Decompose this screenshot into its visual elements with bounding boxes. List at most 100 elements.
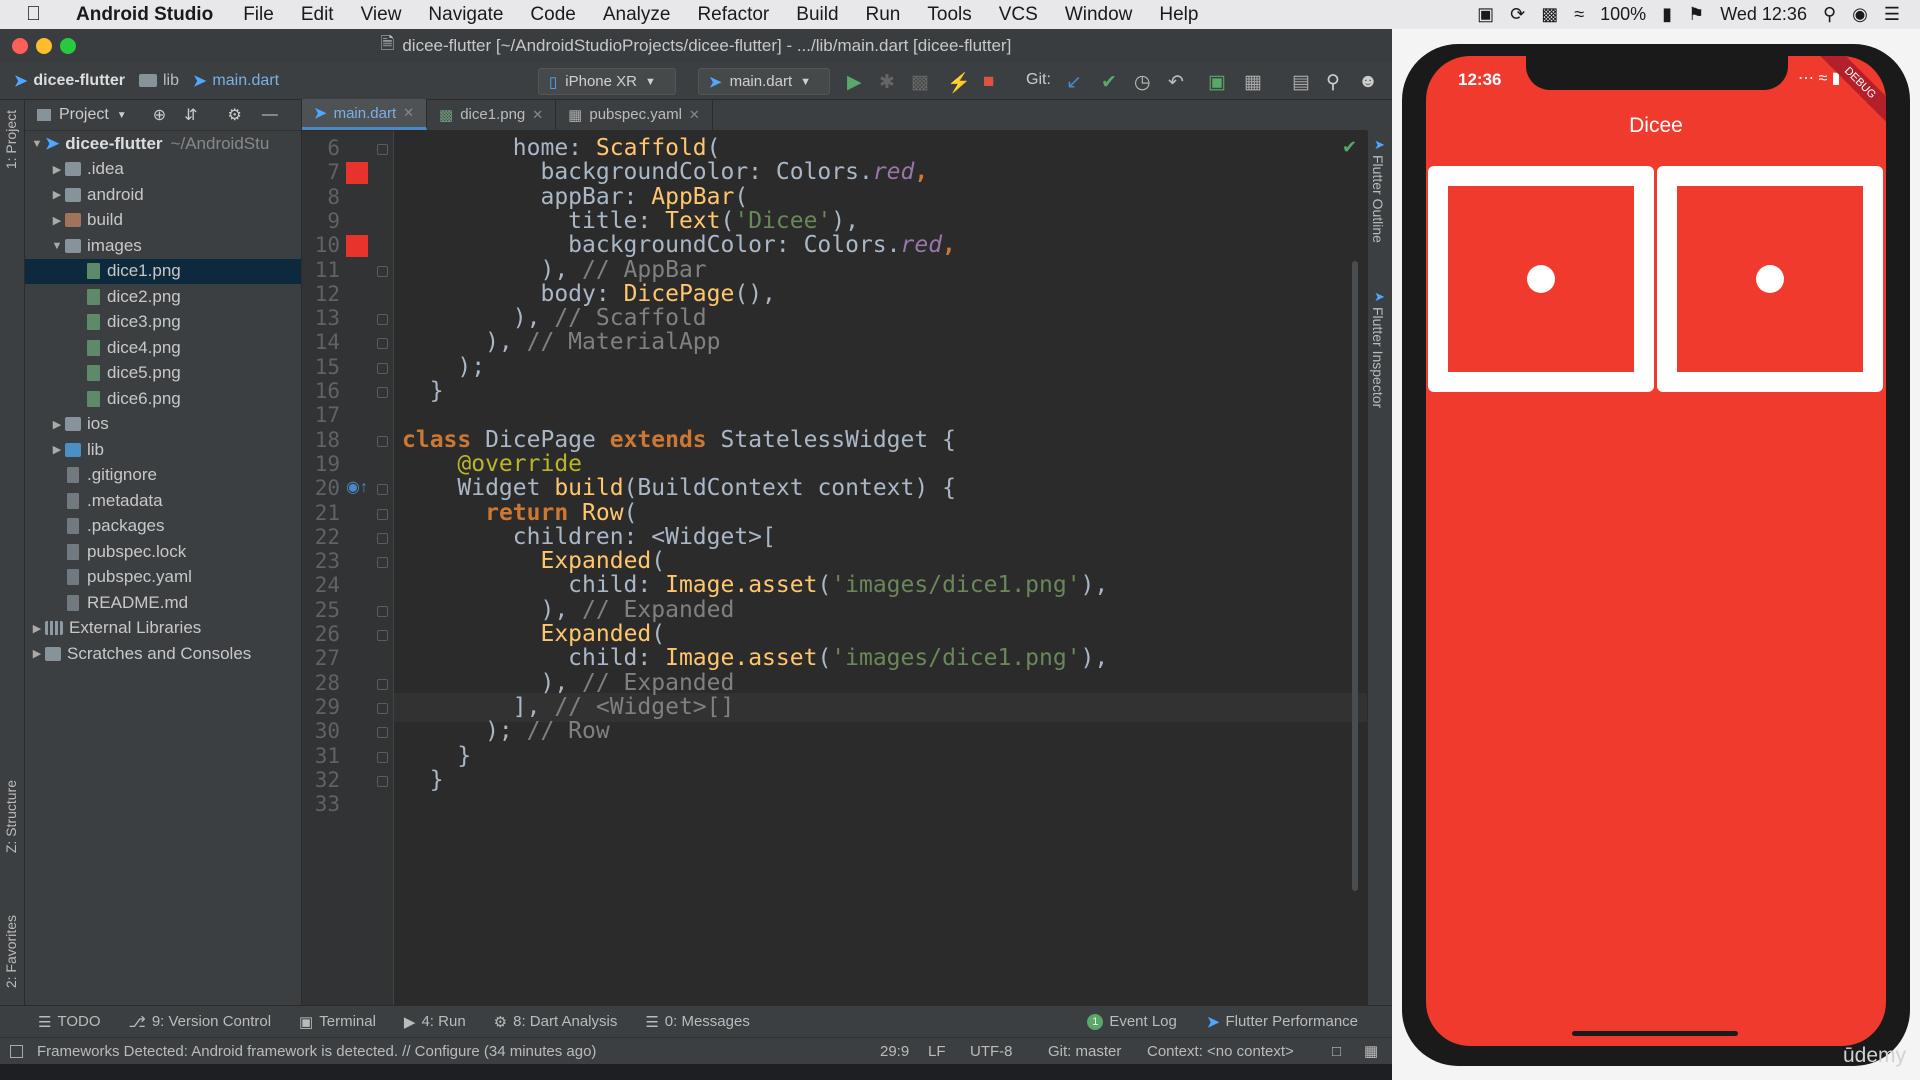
editor-scrollbar[interactable] [1352, 261, 1358, 891]
tree-item[interactable]: ▶ .idea [25, 157, 301, 183]
hide-panel-icon[interactable]: — [262, 106, 278, 124]
device-manager-icon[interactable]: ▣ [1208, 71, 1226, 94]
fold-marker-icon[interactable] [377, 751, 388, 763]
fold-marker-icon[interactable] [377, 338, 388, 350]
collapse-all-icon[interactable]: ⇵ [184, 105, 197, 125]
tree-item[interactable]: ▶ android [25, 182, 301, 208]
tree-item[interactable]: dice6.png [25, 386, 301, 412]
fold-marker-icon[interactable] [377, 144, 388, 155]
close-tab-icon[interactable]: ✕ [532, 107, 543, 123]
breadcrumb-file[interactable]: ➤ main.dart [193, 71, 279, 91]
menubar-clock[interactable]: Wed 12:36 [1720, 4, 1807, 25]
bottom-tool-flutter-performance[interactable]: ➤ Flutter Performance [1207, 1013, 1358, 1031]
expand-arrow-icon[interactable]: ▶ [49, 418, 65, 431]
tree-item[interactable]: dice3.png [25, 310, 301, 336]
expand-arrow-icon[interactable]: ▼ [29, 138, 45, 150]
breadcrumb-project[interactable]: ➤ dicee-flutter [14, 71, 125, 91]
menu-help[interactable]: Help [1159, 4, 1198, 26]
override-method-icon[interactable]: ◉↑ [346, 477, 368, 497]
fold-marker-icon[interactable] [377, 775, 388, 787]
stop-icon[interactable]: ■ [983, 71, 994, 93]
expand-arrow-icon[interactable]: ▶ [29, 622, 45, 635]
fold-marker-icon[interactable] [377, 557, 388, 569]
code-editor[interactable]: ✔ home: Scaffold( backgroundColor: Color… [394, 131, 1367, 1005]
bottom-tool-8-dart-analysis[interactable]: ⚙ 8: Dart Analysis [494, 1013, 618, 1031]
close-window-button[interactable] [12, 38, 28, 54]
tree-item[interactable]: ▶ lib [25, 437, 301, 463]
flutter-outline-tab[interactable]: Flutter Outline [1370, 155, 1386, 243]
menu-view[interactable]: View [361, 4, 402, 26]
fold-marker-icon[interactable] [377, 387, 388, 398]
flutter-outline-icon[interactable]: ➤ [1374, 137, 1385, 153]
fold-marker-icon[interactable] [377, 678, 388, 690]
fold-marker-icon[interactable] [377, 702, 388, 714]
line-separator[interactable]: LF [928, 1043, 946, 1060]
fold-marker-icon[interactable] [377, 362, 388, 374]
lock-icon[interactable]: □ [1332, 1043, 1341, 1060]
close-tab-icon[interactable]: ✕ [689, 107, 700, 123]
tree-item[interactable]: pubspec.yaml [25, 565, 301, 591]
zoom-window-button[interactable] [60, 38, 76, 54]
expand-arrow-icon[interactable]: ▶ [49, 443, 65, 456]
scroll-from-source-icon[interactable]: ⊕ [153, 105, 166, 125]
tree-item[interactable]: README.md [25, 590, 301, 616]
menu-code[interactable]: Code [530, 4, 575, 26]
git-rollback-icon[interactable]: ↶ [1168, 71, 1184, 94]
fold-marker-icon[interactable] [377, 314, 388, 326]
memory-indicator-icon[interactable]: ▦ [1364, 1042, 1378, 1060]
menu-window[interactable]: Window [1065, 4, 1133, 26]
bottom-tool-0-messages[interactable]: ☰ 0: Messages [645, 1013, 750, 1031]
user-icon[interactable]: ☻ [1358, 71, 1378, 93]
fold-marker-icon[interactable] [377, 265, 388, 277]
tree-item[interactable]: ▶ build [25, 208, 301, 234]
apple-icon[interactable]:  [26, 3, 54, 26]
menubar-app-name[interactable]: Android Studio [76, 4, 213, 26]
wifi-icon[interactable]: ≈ [1574, 4, 1584, 25]
spotlight-search-icon[interactable]: ⚲ [1823, 4, 1836, 25]
tree-item[interactable]: dice5.png [25, 361, 301, 387]
git-history-icon[interactable]: ◷ [1134, 71, 1151, 94]
project-view-selector[interactable]: Project [59, 106, 109, 124]
expand-arrow-icon[interactable]: ▼ [49, 240, 65, 252]
breadcrumb-lib[interactable]: lib [138, 72, 179, 90]
project-structure-icon[interactable]: ▤ [1292, 71, 1310, 94]
siri-icon[interactable]: ◉ [1852, 4, 1868, 25]
run-config-selector[interactable]: ➤ main.dart ▼ [698, 68, 830, 95]
tree-item[interactable]: .metadata [25, 488, 301, 514]
project-tool-tab[interactable]: 1: Project [3, 110, 19, 169]
fold-marker-icon[interactable] [377, 532, 388, 544]
attach-debugger-icon[interactable]: ▩ [911, 71, 929, 94]
fold-marker-icon[interactable] [377, 484, 388, 496]
camera-icon[interactable]: ▣ [1477, 4, 1494, 25]
git-branch[interactable]: Git: master [1048, 1043, 1121, 1060]
flutter-inspector-tab[interactable]: Flutter Inspector [1370, 307, 1386, 408]
fold-marker-icon[interactable] [377, 727, 388, 739]
tree-item[interactable]: .packages [25, 514, 301, 540]
minimize-window-button[interactable] [36, 38, 52, 54]
caret-position[interactable]: 29:9 [880, 1043, 909, 1060]
editor-tab[interactable]: ➤ main.dart ✕ [302, 99, 428, 130]
tree-item[interactable]: dice4.png [25, 335, 301, 361]
tree-root[interactable]: ▼ ➤ dicee-flutter ~/AndroidStu [25, 131, 301, 157]
menu-analyze[interactable]: Analyze [603, 4, 671, 26]
display-icon[interactable]: ▩ [1541, 4, 1558, 25]
analysis-context[interactable]: Context: <no context> [1147, 1043, 1294, 1060]
fold-marker-icon[interactable] [377, 605, 388, 617]
toggle-tool-windows-icon[interactable] [10, 1044, 23, 1058]
simulator-screen[interactable]: 12:36 ⋯ ≈ ▮ DEBUG Dicee [1426, 56, 1886, 1046]
notification-center-icon[interactable]: ☰ [1884, 4, 1900, 25]
bottom-tool-4-run[interactable]: ▶ 4: Run [404, 1013, 466, 1031]
tree-item[interactable]: ▶ External Libraries [25, 616, 301, 642]
sdk-manager-icon[interactable]: ▦ [1244, 71, 1262, 94]
tree-item[interactable]: dice1.png [25, 258, 301, 284]
expand-arrow-icon[interactable]: ▶ [49, 163, 65, 176]
gear-icon[interactable]: ⚙ [228, 105, 242, 125]
flag-icon[interactable]: ⚑ [1688, 4, 1704, 25]
bottom-tool-todo[interactable]: ☰ TODO [38, 1013, 101, 1031]
menu-vcs[interactable]: VCS [999, 4, 1038, 26]
fold-marker-icon[interactable] [377, 435, 388, 447]
tree-item[interactable]: dice2.png [25, 284, 301, 310]
editor-tab[interactable]: ▦ pubspec.yaml ✕ [556, 99, 713, 130]
close-tab-icon[interactable]: ✕ [403, 105, 414, 121]
status-message[interactable]: Frameworks Detected: Android framework i… [37, 1043, 596, 1060]
